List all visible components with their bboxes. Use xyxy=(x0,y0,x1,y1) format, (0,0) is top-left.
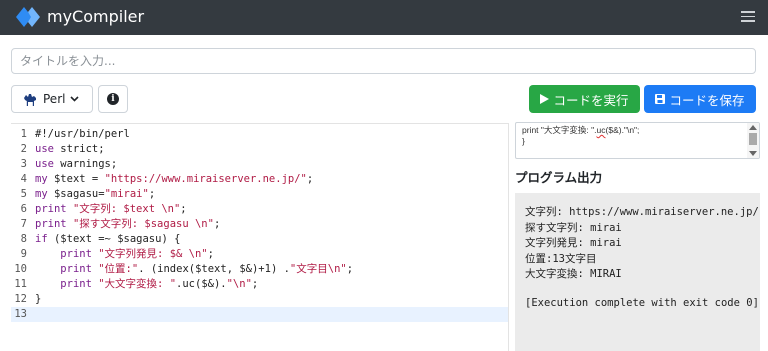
output-line: 文字列発見: mirai xyxy=(525,237,622,249)
code-text: #!/usr/bin/perl xyxy=(35,128,130,140)
line-number: 1 xyxy=(20,128,27,140)
scroll-thumb[interactable] xyxy=(749,133,757,145)
output-line: 探す文字列: mirai xyxy=(525,221,622,234)
run-code-label: コードを実行 xyxy=(553,92,629,108)
code-line[interactable]: 3 use warnings; xyxy=(11,157,508,172)
code-line[interactable]: 6 print "文字列: $text \n"; xyxy=(11,202,508,217)
line-number: 13 xyxy=(14,308,27,320)
code-line[interactable]: 12} xyxy=(11,292,508,307)
output-line: 大文字変換: MIRAI xyxy=(525,268,622,280)
output-line: 文字列: https://www.miraiserver.ne.jp/ xyxy=(525,206,759,218)
code-editor[interactable]: 1 #!/usr/bin/perl 2 use strict; 3 use warning… xyxy=(11,123,509,351)
line-number: 5 xyxy=(20,188,27,200)
top-navbar: myCompiler xyxy=(0,0,768,35)
code-text: my $sagasu="mirai"; xyxy=(35,188,156,200)
chevron-down-icon xyxy=(70,96,80,102)
program-output-panel: 文字列: https://www.miraiserver.ne.jp/探す文字列… xyxy=(515,193,760,351)
play-icon xyxy=(540,94,550,104)
code-line[interactable]: 1 #!/usr/bin/perl xyxy=(11,127,508,142)
info-icon: i xyxy=(107,93,119,105)
code-line[interactable]: 5 my $sagasu="mirai"; xyxy=(11,187,508,202)
output-line: [Execution complete with exit code 0] xyxy=(525,297,759,309)
run-code-button[interactable]: コードを実行 xyxy=(529,85,640,113)
code-line[interactable]: 10 print "位置:". (index($text, $&)+1) ."文… xyxy=(11,262,508,277)
line-number: 8 xyxy=(20,233,27,245)
save-code-button[interactable]: コードを保存 xyxy=(644,85,756,113)
line-number: 7 xyxy=(20,218,27,230)
line-number: 10 xyxy=(14,263,27,275)
stdin-line: } xyxy=(522,136,525,146)
stdin-scrollbar[interactable] xyxy=(747,123,759,158)
line-number: 11 xyxy=(14,278,27,290)
code-text: if ($text =~ $sagasu) { xyxy=(35,233,181,245)
camel-icon xyxy=(24,94,36,106)
code-text: print "大文字変換: ".uc($&)."\n"; xyxy=(60,278,259,290)
code-line[interactable]: 9 print "文字列発見: $& \n"; xyxy=(11,247,508,262)
title-input[interactable] xyxy=(11,48,756,74)
output-line: 位置:13文字目 xyxy=(525,252,597,265)
code-line[interactable]: 8 if ($text =~ $sagasu) { xyxy=(11,232,508,247)
line-number: 3 xyxy=(20,158,27,170)
output-title: プログラム出力 xyxy=(515,170,603,185)
stdin-input-panel[interactable]: print "大文字変換: ".uc($&)."\n"; } xyxy=(515,122,760,159)
stdin-line: print "大文字変換: ".uc($&)."\n"; xyxy=(522,125,640,135)
line-number: 9 xyxy=(20,248,27,260)
code-text: print "文字列: $text \n"; xyxy=(35,203,187,215)
line-number: 2 xyxy=(20,143,27,155)
logo-icon xyxy=(16,7,40,27)
code-line[interactable]: 11 print "大文字変換: ".uc($&)."\n"; xyxy=(11,277,508,292)
code-text: print "文字列発見: $& \n"; xyxy=(60,248,214,260)
code-text: print "探す文字列: $sagasu \n"; xyxy=(35,218,221,230)
code-text: } xyxy=(35,293,42,305)
code-text: my $text = "https://www.miraiserver.ne.j… xyxy=(35,173,314,185)
code-line[interactable]: 13 xyxy=(11,307,508,322)
code-text: use strict; xyxy=(35,143,105,155)
language-label: Perl xyxy=(43,92,66,106)
save-icon xyxy=(655,94,666,104)
code-text: use warnings; xyxy=(35,158,118,170)
line-number: 6 xyxy=(20,203,27,215)
scroll-down-icon[interactable] xyxy=(749,151,757,156)
menu-icon[interactable] xyxy=(741,11,755,22)
brand-name[interactable]: myCompiler xyxy=(47,6,144,28)
info-button[interactable]: i xyxy=(98,85,128,113)
line-number: 4 xyxy=(20,173,27,185)
line-number: 12 xyxy=(14,293,27,305)
code-text: print "位置:". (index($text, $&)+1) ."文字目\… xyxy=(60,263,354,275)
spellcheck-underline: uc xyxy=(596,125,606,135)
scroll-up-icon[interactable] xyxy=(749,125,757,130)
code-line[interactable]: 2 use strict; xyxy=(11,142,508,157)
language-select-button[interactable]: Perl xyxy=(11,85,93,113)
code-line[interactable]: 4 my $text = "https://www.miraiserver.ne.… xyxy=(11,172,508,187)
code-line[interactable]: 7 print "探す文字列: $sagasu \n"; xyxy=(11,217,508,232)
save-code-label: コードを保存 xyxy=(669,92,745,108)
